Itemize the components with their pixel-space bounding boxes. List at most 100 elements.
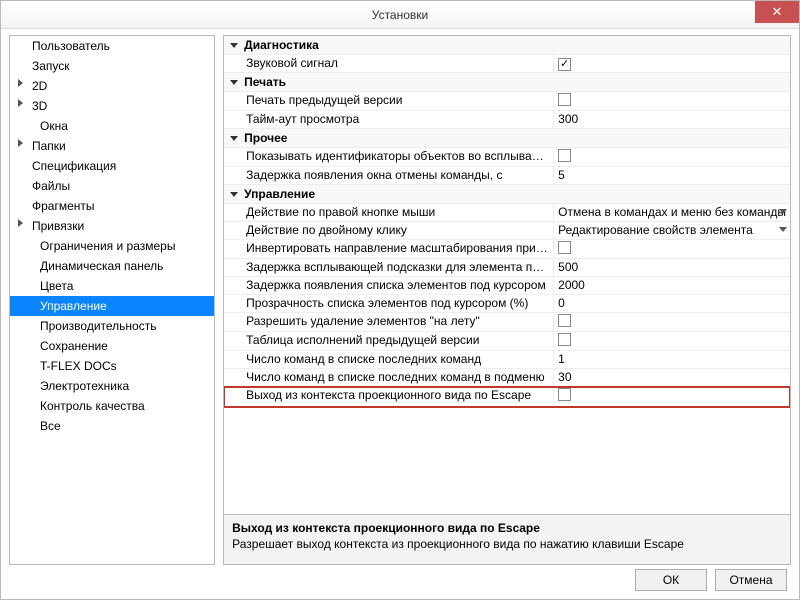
tree-item-label: Спецификация (32, 159, 116, 173)
property-value[interactable]: 30 (554, 369, 790, 386)
property-row[interactable]: Число команд в списке последних команд 1 (224, 351, 790, 369)
group-title: Печать (244, 75, 286, 89)
close-button[interactable]: ✕ (755, 1, 799, 23)
tree-item-label: Производительность (40, 319, 156, 333)
text-value: 0 (558, 296, 565, 310)
window-title: Установки (372, 8, 428, 22)
text-value: 300 (558, 112, 578, 126)
tree-item-8[interactable]: Фрагменты (10, 196, 214, 216)
tree-item-label: Цвета (40, 279, 73, 293)
property-row[interactable]: Инвертировать направление масштабировани… (224, 240, 790, 259)
property-row[interactable]: Печать предыдущей версии (224, 92, 790, 111)
tree-item-16[interactable]: T-FLEX DOCs (10, 356, 214, 376)
tree-item-19[interactable]: Все (10, 416, 214, 436)
tree-item-label: Пользователь (32, 39, 110, 53)
property-value[interactable] (554, 332, 790, 350)
property-row[interactable]: Звуковой сигнал✓ (224, 55, 790, 73)
group-header[interactable]: Печать (224, 73, 790, 92)
checkbox[interactable]: ✓ (558, 58, 571, 71)
property-value[interactable] (554, 240, 790, 258)
checkbox[interactable] (558, 333, 571, 346)
property-row[interactable]: Показывать идентификаторы объектов во вс… (224, 148, 790, 167)
ok-button[interactable]: ОК (635, 569, 707, 591)
tree-item-3[interactable]: 3D (10, 96, 214, 116)
property-label: Задержка появления списка элементов под … (224, 277, 554, 294)
tree-item-label: Динамическая панель (40, 259, 163, 273)
property-row[interactable]: Задержка появления списка элементов под … (224, 277, 790, 295)
tree-item-7[interactable]: Файлы (10, 176, 214, 196)
tree-item-13[interactable]: Управление (10, 296, 214, 316)
text-value: 500 (558, 260, 578, 274)
tree-item-9[interactable]: Привязки (10, 216, 214, 236)
tree-item-4[interactable]: Окна (10, 116, 214, 136)
tree-item-2[interactable]: 2D (10, 76, 214, 96)
tree-item-0[interactable]: Пользователь (10, 36, 214, 56)
property-value[interactable]: 1 (554, 351, 790, 368)
property-value[interactable]: Отмена в командах и меню без команды (554, 204, 790, 221)
property-row[interactable]: Задержка появления окна отмены команды, … (224, 167, 790, 185)
tree-item-6[interactable]: Спецификация (10, 156, 214, 176)
group-header[interactable]: Управление (224, 185, 790, 204)
property-label: Показывать идентификаторы объектов во вс… (224, 148, 554, 166)
cancel-button[interactable]: Отмена (715, 569, 787, 591)
tree-item-11[interactable]: Динамическая панель (10, 256, 214, 276)
dropdown-value: Редактирование свойств элемента (558, 223, 753, 237)
property-value[interactable] (554, 92, 790, 110)
description-text: Разрешает выход контекста из проекционно… (232, 537, 782, 551)
collapse-icon (230, 43, 238, 48)
checkbox[interactable] (558, 149, 571, 162)
tree-item-5[interactable]: Папки (10, 136, 214, 156)
property-value[interactable] (554, 387, 790, 406)
tree-item-label: T-FLEX DOCs (40, 359, 117, 373)
property-value[interactable]: 300 (554, 111, 790, 128)
checkbox[interactable] (558, 93, 571, 106)
property-grid[interactable]: ДиагностикаЗвуковой сигнал✓ Печать Печать … (224, 36, 790, 514)
property-value[interactable] (554, 313, 790, 331)
property-label: Действие по двойному клику (224, 222, 554, 239)
property-row[interactable]: Тайм-аут просмотра300 (224, 111, 790, 129)
property-label: Число команд в списке последних команд (224, 351, 554, 368)
tree-item-14[interactable]: Производительность (10, 316, 214, 336)
expand-icon (18, 79, 23, 87)
property-label: Задержка всплывающей подсказки для элеме… (224, 259, 554, 276)
tree-item-label: Сохранение (40, 339, 108, 353)
description-title: Выход из контекста проекционного вида по… (232, 521, 782, 535)
property-row[interactable]: Выход из контекста проекционного вида по… (224, 387, 790, 407)
property-value[interactable]: 500 (554, 259, 790, 276)
tree-item-label: Фрагменты (32, 199, 95, 213)
property-value[interactable]: 0 (554, 295, 790, 312)
property-row[interactable]: Число команд в списке последних команд в… (224, 369, 790, 387)
property-value[interactable] (554, 148, 790, 166)
property-row[interactable]: Таблица исполнений предыдущей версии (224, 332, 790, 351)
property-row[interactable]: Действие по правой кнопке мышиОтмена в к… (224, 204, 790, 222)
checkbox[interactable] (558, 314, 571, 327)
tree-item-15[interactable]: Сохранение (10, 336, 214, 356)
property-label: Число команд в списке последних команд в… (224, 369, 554, 386)
group-title: Управление (244, 187, 315, 201)
group-header[interactable]: Диагностика (224, 36, 790, 55)
tree-item-label: 2D (32, 79, 47, 93)
property-label: Таблица исполнений предыдущей версии (224, 332, 554, 350)
property-value[interactable]: 5 (554, 167, 790, 184)
property-value[interactable]: Редактирование свойств элемента (554, 222, 790, 239)
group-header[interactable]: Прочее (224, 129, 790, 148)
property-row[interactable]: Задержка всплывающей подсказки для элеме… (224, 259, 790, 277)
tree-item-10[interactable]: Ограничения и размеры (10, 236, 214, 256)
tree-item-17[interactable]: Электротехника (10, 376, 214, 396)
property-row[interactable]: Разрешить удаление элементов "на лету" (224, 313, 790, 332)
property-row[interactable]: Прозрачность списка элементов под курсор… (224, 295, 790, 313)
tree-item-12[interactable]: Цвета (10, 276, 214, 296)
property-value[interactable]: ✓ (554, 55, 790, 72)
category-tree[interactable]: Пользователь Запуск 2D 3DОкнаПапки Специфика… (9, 35, 215, 565)
text-value: 1 (558, 352, 565, 366)
titlebar: Установки ✕ (1, 1, 799, 29)
property-row[interactable]: Действие по двойному клику Редактирование… (224, 222, 790, 240)
text-value: 30 (558, 370, 571, 384)
close-icon: ✕ (772, 4, 783, 20)
tree-item-18[interactable]: Контроль качества (10, 396, 214, 416)
tree-item-1[interactable]: Запуск (10, 56, 214, 76)
checkbox[interactable] (558, 241, 571, 254)
property-label: Задержка появления окна отмены команды, … (224, 167, 554, 184)
property-value[interactable]: 2000 (554, 277, 790, 294)
checkbox[interactable] (558, 388, 571, 401)
